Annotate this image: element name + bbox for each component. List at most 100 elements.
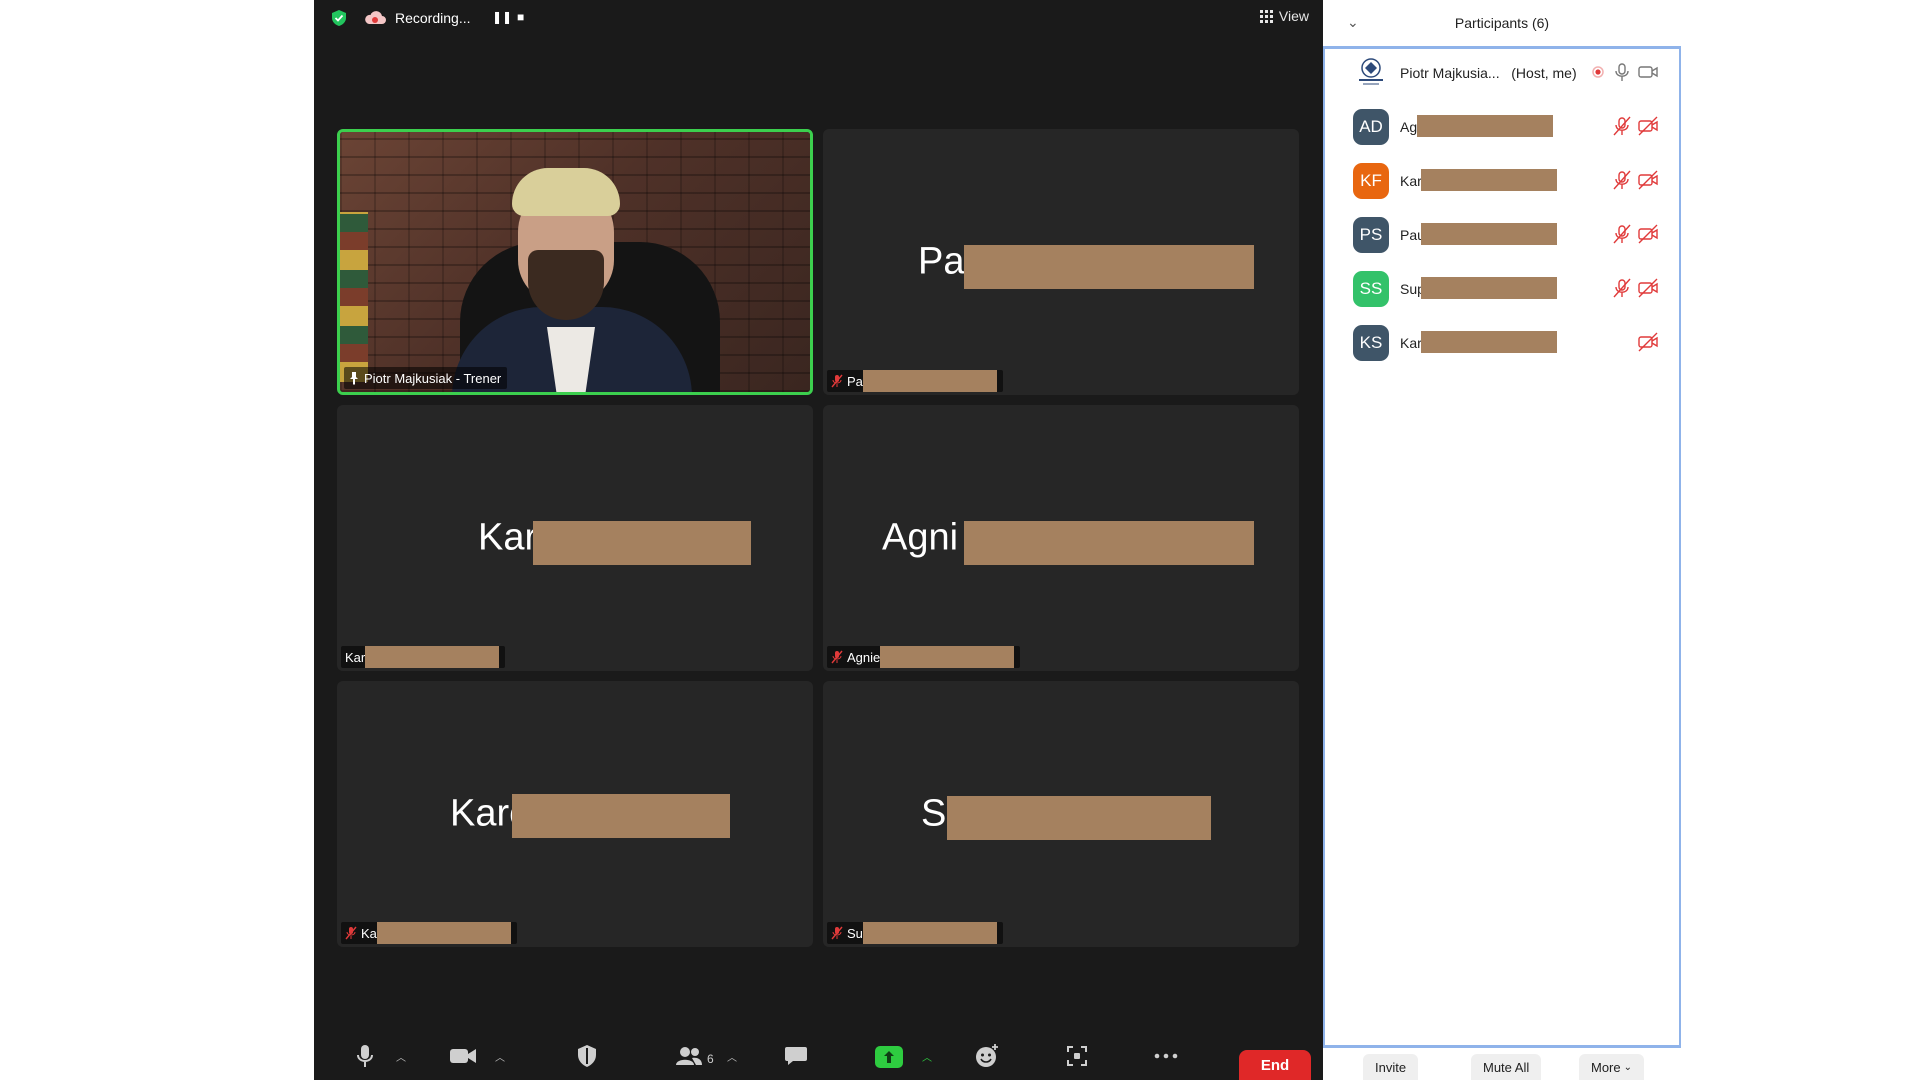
view-button[interactable]: View [1259, 8, 1309, 24]
tile-name-tag: Su [827, 922, 1003, 944]
redaction-box [1421, 223, 1557, 245]
participant-row[interactable]: KS Kar [1325, 320, 1679, 364]
security-button[interactable] [573, 1042, 601, 1070]
host-avatar-logo [1359, 58, 1383, 85]
tile-name-label: Pa [847, 373, 863, 389]
video-off-icon[interactable] [1637, 277, 1659, 299]
recording-dot-icon [1592, 66, 1604, 78]
tile-name-tag: Pa [827, 370, 1003, 392]
redaction-box [376, 922, 511, 944]
redaction-box [533, 521, 751, 565]
tile-name-label: Su [847, 925, 863, 941]
video-off-icon[interactable] [1637, 169, 1659, 191]
avatar: KS [1353, 325, 1389, 361]
redaction-box [1421, 169, 1557, 191]
video-tile-participant[interactable]: S Su [823, 681, 1299, 947]
chevron-down-icon: ⌄ [1623, 1061, 1633, 1073]
microphone-icon[interactable] [1611, 61, 1633, 83]
participant-name: Kar [1400, 335, 1422, 351]
recording-indicator: Recording... [363, 5, 470, 31]
tile-big-name: S [921, 792, 947, 835]
redaction-box [880, 646, 1015, 668]
mic-muted-icon [831, 650, 843, 664]
more-button[interactable]: More ⌄ [1579, 1054, 1645, 1080]
video-off-icon[interactable] [1637, 331, 1659, 353]
mic-muted-icon[interactable] [1611, 169, 1633, 191]
video-tile-host[interactable]: Piotr Majkusiak - Trener [337, 129, 813, 395]
participants-panel-footer: Invite Mute All More ⌄ [1323, 1050, 1681, 1080]
tile-name-label: Agnie [847, 649, 881, 665]
redaction-box [1421, 277, 1557, 299]
video-tile-participant[interactable]: Pa Pa [823, 129, 1299, 395]
mic-muted-icon [831, 926, 843, 940]
participants-options-caret[interactable]: ︿ [727, 1049, 737, 1064]
end-meeting-button[interactable]: End [1239, 1050, 1311, 1080]
meeting-top-bar: Recording... ❚❚ ■ View [314, 0, 1323, 36]
apps-icon [1067, 1046, 1087, 1066]
video-off-icon[interactable] [1637, 223, 1659, 245]
mic-muted-icon[interactable] [1611, 277, 1633, 299]
participants-button[interactable] [675, 1042, 703, 1070]
tile-name-label: Ka [361, 925, 377, 941]
mic-muted-icon[interactable] [1611, 115, 1633, 137]
microphone-button[interactable] [351, 1042, 379, 1070]
avatar: PS [1353, 217, 1389, 253]
pin-icon [350, 372, 358, 385]
meeting-window: Recording... ❚❚ ■ View Piotr Majkusiak -… [314, 0, 1323, 1080]
more-label: More [1591, 1059, 1621, 1075]
stop-recording-button[interactable]: ■ [517, 10, 524, 24]
video-options-caret[interactable]: ︿ [495, 1049, 505, 1064]
redaction-box [964, 521, 1254, 565]
tile-big-name: Kar [478, 516, 538, 559]
apps-button[interactable] [1063, 1042, 1091, 1070]
redaction-box [1421, 331, 1557, 353]
video-button[interactable] [449, 1042, 477, 1070]
participant-row[interactable]: PS Pau [1325, 212, 1679, 256]
encryption-shield-icon[interactable] [330, 9, 348, 27]
reactions-button[interactable] [973, 1042, 1001, 1070]
invite-button[interactable]: Invite [1363, 1054, 1419, 1080]
mute-all-button[interactable]: Mute All [1471, 1054, 1542, 1080]
chat-button[interactable] [782, 1042, 810, 1070]
redaction-box [862, 370, 997, 392]
participants-title: Participants (6) [1454, 15, 1550, 31]
participant-row-host[interactable]: Piotr Majkusia... (Host, me) [1325, 50, 1679, 94]
camera-feed [340, 132, 810, 392]
share-arrow-icon [884, 1051, 894, 1063]
participants-icon [676, 1047, 702, 1065]
recording-label: Recording... [395, 10, 471, 26]
redaction-box [947, 796, 1211, 840]
video-tile-participant[interactable]: Agni Agnie [823, 405, 1299, 671]
redaction-box [964, 245, 1254, 289]
security-shield-icon [578, 1045, 596, 1067]
more-dots-icon [1154, 1053, 1178, 1059]
avatar: SS [1353, 271, 1389, 307]
participant-row[interactable]: SS Sup [1325, 266, 1679, 310]
host-role: (Host, me) [1511, 65, 1577, 81]
share-screen-button[interactable] [875, 1046, 903, 1068]
participant-row[interactable]: AD Ag [1325, 104, 1679, 148]
meeting-toolbar: ︿ ︿ 6 ︿ ︿ End [314, 1032, 1323, 1080]
avatar: KF [1353, 163, 1389, 199]
grid-view-icon [1259, 9, 1273, 23]
more-options-button[interactable] [1152, 1042, 1180, 1070]
participant-name: Piotr Majkusia... (Host, me) [1400, 65, 1577, 81]
share-options-caret[interactable]: ︿ [922, 1049, 932, 1064]
video-tile-participant[interactable]: Karc Ka [337, 681, 813, 947]
participant-name: Ag [1400, 119, 1418, 135]
tile-name-tag: Piotr Majkusiak - Trener [344, 367, 508, 389]
participants-panel: ⌄ Participants (6) Piotr Majkusia... (Ho… [1323, 0, 1681, 1080]
chat-icon [785, 1047, 807, 1065]
audio-options-caret[interactable]: ︿ [396, 1049, 406, 1064]
pause-recording-button[interactable]: ❚❚ [492, 10, 512, 24]
mic-muted-icon[interactable] [1611, 223, 1633, 245]
tile-big-name: Pa [918, 240, 965, 283]
tile-name-tag: Ka [341, 922, 517, 944]
video-camera-icon [450, 1049, 476, 1063]
avatar: AD [1353, 109, 1389, 145]
video-camera-icon[interactable] [1637, 61, 1659, 83]
video-tile-participant[interactable]: Kar Kar [337, 405, 813, 671]
participant-row[interactable]: KF Kar [1325, 158, 1679, 202]
video-off-icon[interactable] [1637, 115, 1659, 137]
participant-name: Kar [1400, 173, 1422, 189]
